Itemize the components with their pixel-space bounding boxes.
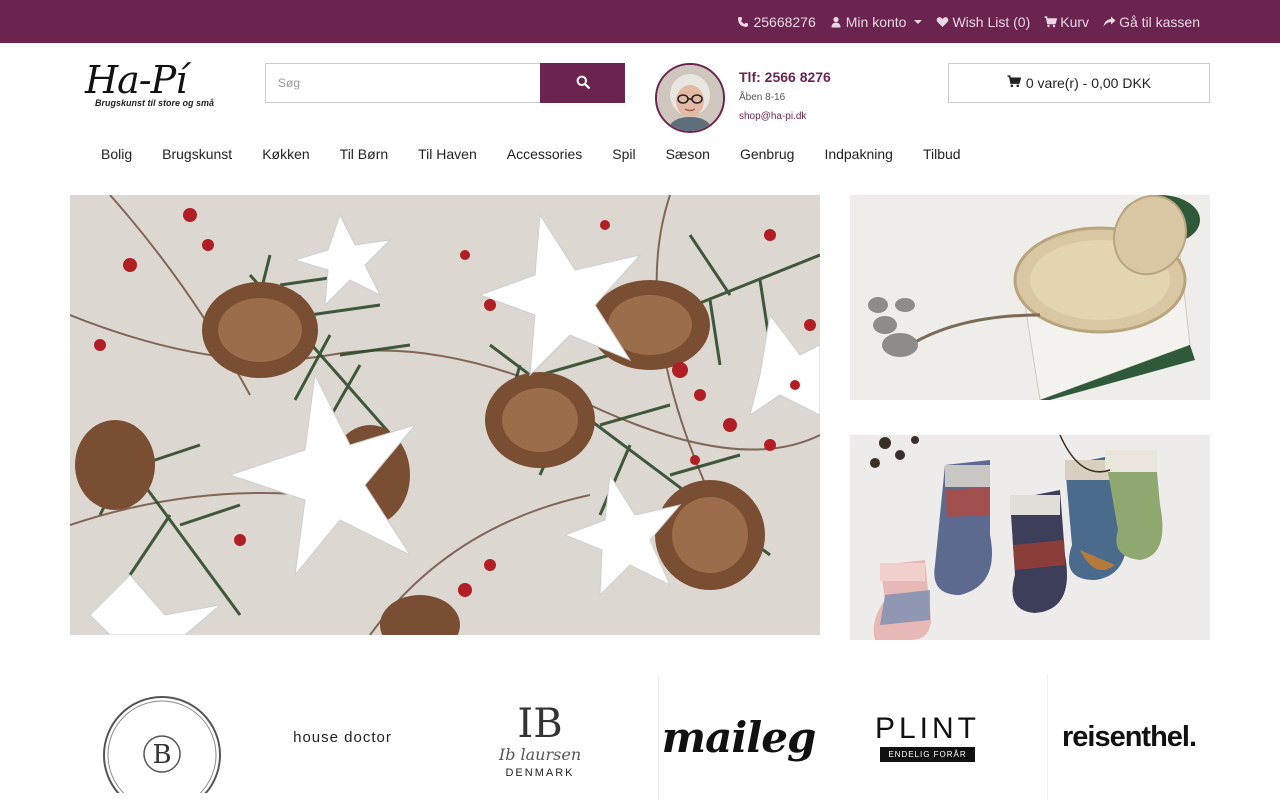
brand-house-doctor[interactable]: house doctor [255, 675, 430, 800]
nav-item-accessories[interactable]: Accessories [492, 146, 597, 162]
wishlist-label: Wish List (0) [952, 13, 1031, 30]
plint-tagline: ENDELIG FORÅR [880, 747, 975, 762]
checkout-label: Gå til kassen [1119, 13, 1200, 30]
nav-item-genbrug[interactable]: Genbrug [725, 146, 809, 162]
nav-item-spil[interactable]: Spil [597, 146, 650, 162]
ib-monogram: IB [517, 701, 563, 747]
heart-icon [936, 16, 949, 28]
search-input[interactable] [265, 63, 541, 103]
search-bar [265, 63, 625, 103]
account-label: Min konto [845, 13, 907, 30]
top-links: 25668276 Min konto Wish List (0) Kurv Gå… [737, 0, 1200, 43]
brand-reisenthel[interactable]: reisenthel. [1047, 675, 1210, 800]
brand-bloomingville[interactable]: B bloomingville [80, 675, 245, 800]
search-icon [576, 75, 590, 92]
brand-maileg[interactable]: maileg [658, 675, 818, 800]
cart-summary-label: 0 vare(r) - 0,00 DKK [1025, 75, 1152, 91]
opening-hours: Åben 8-16 [739, 92, 786, 103]
nav-item-saeson[interactable]: Sæson [651, 146, 725, 162]
cart-icon [1007, 75, 1022, 91]
user-icon [830, 16, 842, 28]
house-doctor-logo: house doctor [293, 729, 392, 746]
reisenthel-logo: reisenthel. [1061, 721, 1197, 753]
banner-stockings[interactable] [850, 435, 1210, 640]
phone-link[interactable]: 25668276 [737, 13, 816, 30]
cart-label: Kurv [1060, 13, 1090, 30]
wishlist-link[interactable]: Wish List (0) [936, 14, 1030, 30]
nav-item-til-born[interactable]: Til Børn [325, 146, 403, 162]
contact-email-link[interactable]: shop@ha-pi.dk [739, 111, 831, 122]
brand-logos: B bloomingville house doctor IB Ib laurs… [70, 675, 1210, 800]
share-icon [1103, 16, 1116, 28]
hero-banner[interactable] [70, 195, 820, 635]
plint-logo: PLINT [874, 712, 981, 745]
cart-link[interactable]: Kurv [1044, 14, 1089, 30]
contact-phone: Tlf: 2566 8276 [739, 69, 831, 85]
nav-item-til-haven[interactable]: Til Haven [403, 146, 492, 162]
logo-tagline: Brugskunst til store og små [95, 98, 215, 108]
ib-laursen-country: DENMARK [505, 767, 575, 779]
maileg-logo: maileg [661, 713, 817, 762]
bloomingville-logo: B [103, 695, 221, 793]
drum-image [850, 195, 1210, 400]
cart-icon [1044, 15, 1058, 28]
contact-info: Tlf: 2566 8276 Åben 8-16 shop@ha-pi.dk [739, 69, 831, 122]
banner-drum[interactable] [850, 195, 1210, 400]
main-nav: Bolig Brugskunst Køkken Til Børn Til Hav… [86, 139, 976, 169]
nav-item-bolig[interactable]: Bolig [86, 146, 147, 162]
stockings-image [850, 435, 1210, 640]
svg-text:B: B [152, 740, 171, 770]
nav-item-indpakning[interactable]: Indpakning [809, 146, 908, 162]
avatar [655, 63, 725, 133]
nav-item-brugskunst[interactable]: Brugskunst [147, 146, 247, 162]
checkout-link[interactable]: Gå til kassen [1103, 14, 1200, 30]
top-bar: 25668276 Min konto Wish List (0) Kurv Gå… [0, 0, 1280, 43]
chevron-down-icon [914, 19, 923, 24]
nav-item-tilbud[interactable]: Tilbud [908, 146, 976, 162]
logo-word: Ha-Pí [85, 58, 187, 102]
brand-plint[interactable]: PLINT ENDELIG FORÅR [860, 675, 995, 800]
brand-ib-laursen[interactable]: IB Ib laursen DENMARK [460, 675, 620, 800]
account-dropdown[interactable]: Min konto [830, 14, 923, 30]
cart-summary-button[interactable]: 0 vare(r) - 0,00 DKK [948, 63, 1210, 103]
ib-laursen-script: Ib laursen [498, 745, 582, 764]
hero-image [70, 195, 820, 635]
phone-icon [737, 16, 749, 28]
site-logo[interactable]: Ha-Pí Brugskunst til store og små [85, 60, 225, 118]
phone-text: 25668276 [753, 13, 816, 30]
nav-item-kokken[interactable]: Køkken [247, 146, 324, 162]
search-button[interactable] [540, 63, 625, 103]
